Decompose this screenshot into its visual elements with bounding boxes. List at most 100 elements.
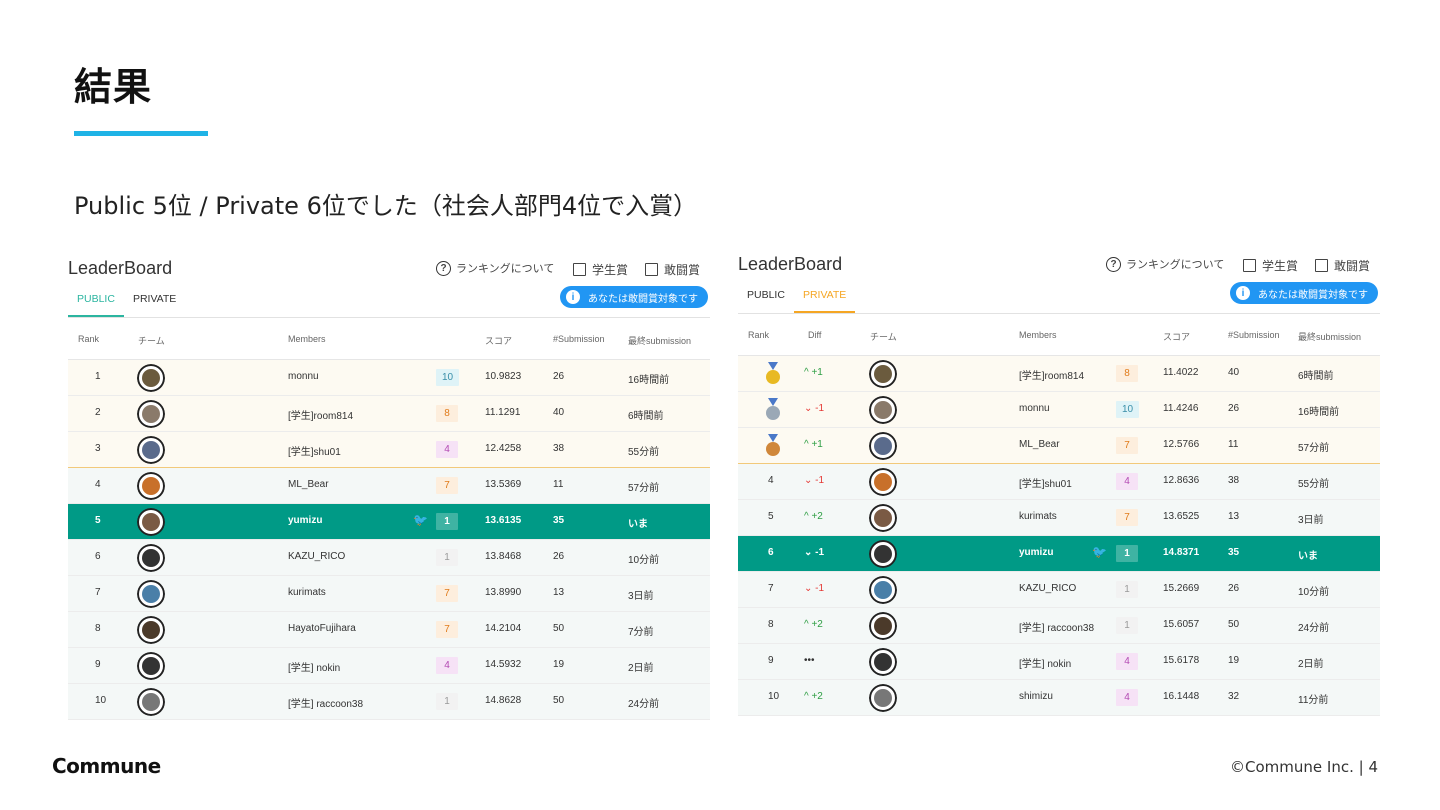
member-name[interactable]: [学生]room814 [1019,367,1084,382]
member-name[interactable]: [学生]shu01 [1019,475,1072,490]
score-value: 11.1291 [485,407,521,418]
submission-count: 13 [1228,511,1240,522]
member-name[interactable]: monnu [288,371,319,382]
team-size-badge: 1 [1116,617,1138,634]
member-name[interactable]: monnu [1019,403,1050,414]
table-row[interactable]: ⌄ -1 monnu 10 11.4246 26 16時間前 [738,392,1380,428]
table-row[interactable]: 1 monnu 10 10.9823 26 16時間前 [68,360,710,396]
table-row[interactable]: 10 ^ +2 shimizu 4 16.1448 32 11分前 [738,680,1380,716]
table-row[interactable]: 4 ML_Bear 7 13.5369 11 57分前 [68,468,710,504]
student-award-checkbox[interactable]: 学生賞 [1243,257,1298,274]
submission-count: 50 [1228,619,1240,630]
checkbox-box[interactable] [573,263,586,276]
table-row[interactable]: 8 ^ +2 [学生] raccoon38 1 15.6057 50 24分前 [738,608,1380,644]
bronze-medal-icon [763,434,783,458]
leaderboard-tabs: PUBLIC PRIVATE [738,284,856,313]
ranking-help-link[interactable]: ? ランキングについて [1106,256,1224,272]
team-size-badge: 7 [436,585,458,602]
last-submission: 24分前 [1298,623,1330,634]
member-name[interactable]: [学生]shu01 [288,443,341,458]
team-avatar [869,360,897,388]
checkbox-box[interactable] [1315,259,1328,272]
team-avatar [137,508,165,536]
table-row[interactable]: 4 ⌄ -1 [学生]shu01 4 12.8636 38 55分前 [738,464,1380,500]
tab-private[interactable]: PRIVATE [793,284,856,313]
checkbox-box[interactable] [1243,259,1256,272]
member-name[interactable]: shimizu [1019,691,1053,702]
table-row[interactable]: 5 yumizu 🐦 1 13.6135 35 いま [68,504,710,540]
last-submission: 6時間前 [628,411,664,422]
rank-value: 3 [95,443,101,454]
ranking-help-link[interactable]: ? ランキングについて [436,260,554,276]
silver-medal-icon [763,398,783,422]
member-name[interactable]: KAZU_RICO [288,551,345,562]
twitter-icon[interactable]: 🐦 [1092,545,1107,559]
tab-public[interactable]: PUBLIC [68,288,124,317]
rank-value: 7 [95,587,101,598]
table-row[interactable]: ^ +1 ML_Bear 7 12.5766 11 57分前 [738,428,1380,464]
team-avatar [137,364,165,392]
submission-count: 19 [1228,655,1240,666]
table-row[interactable]: 9 [学生] nokin 4 14.5932 19 2日前 [68,648,710,684]
team-size-badge: 7 [436,621,458,638]
team-size-badge: 4 [436,657,458,674]
team-size-badge: 10 [436,369,460,386]
member-name[interactable]: [学生] nokin [288,659,340,674]
member-name[interactable]: [学生] raccoon38 [1019,619,1094,634]
header-last-submission: 最終submission [1298,332,1362,342]
team-avatar [137,688,165,716]
table-row[interactable]: 9 ••• [学生] nokin 4 15.6178 19 2日前 [738,644,1380,680]
team-avatar [137,472,165,500]
fighting-award-checkbox[interactable]: 敢闘賞 [645,261,700,278]
table-row[interactable]: 7 ⌄ -1 KAZU_RICO 1 15.2669 26 10分前 [738,572,1380,608]
team-avatar [137,616,165,644]
member-name[interactable]: ML_Bear [1019,439,1060,450]
fighting-award-checkbox[interactable]: 敢闘賞 [1315,257,1370,274]
avatar-icon [869,648,897,676]
header-members: Members [1019,330,1057,340]
member-name[interactable]: [学生] raccoon38 [288,695,363,710]
member-name[interactable]: ML_Bear [288,479,329,490]
member-name[interactable]: yumizu [1019,547,1053,558]
tab-private[interactable]: PRIVATE [124,288,185,317]
student-award-checkbox[interactable]: 学生賞 [573,261,628,278]
member-name[interactable]: kurimats [288,587,326,598]
member-name[interactable]: KAZU_RICO [1019,583,1076,594]
member-name[interactable]: yumizu [288,515,322,526]
table-row[interactable]: 6 ⌄ -1 yumizu 🐦 1 14.8371 35 いま [738,536,1380,572]
team-size-badge: 4 [1116,653,1138,670]
table-row[interactable]: 7 kurimats 7 13.8990 13 3日前 [68,576,710,612]
table-row[interactable]: 8 HayatoFujihara 7 14.2104 50 7分前 [68,612,710,648]
member-name[interactable]: HayatoFujihara [288,623,356,634]
table-row[interactable]: 5 ^ +2 kurimats 7 13.6525 13 3日前 [738,500,1380,536]
member-name[interactable]: [学生] nokin [1019,655,1071,670]
table-row[interactable]: 6 KAZU_RICO 1 13.8468 26 10分前 [68,540,710,576]
last-submission: 16時間前 [1298,407,1340,418]
last-submission: 3日前 [628,591,654,602]
table-row[interactable]: 10 [学生] raccoon38 1 14.8628 50 24分前 [68,684,710,720]
info-icon: i [566,290,580,304]
team-avatar [137,436,165,464]
twitter-icon[interactable]: 🐦 [413,513,428,527]
title-underline [74,131,208,136]
member-name[interactable]: [学生]room814 [288,407,353,422]
member-name[interactable]: kurimats [1019,511,1057,522]
submission-count: 26 [1228,403,1240,414]
last-submission: 2日前 [1298,659,1324,670]
fighting-award-badge: i あなたは敢闘賞対象です [1230,282,1378,304]
info-icon: i [1236,286,1250,300]
team-size-badge: 4 [1116,473,1138,490]
fighting-award-badge: i あなたは敢闘賞対象です [560,286,708,308]
rank-value: 2 [95,407,101,418]
rank-diff: ^ +2 [804,691,823,702]
question-icon: ? [436,260,451,276]
checkbox-box[interactable] [645,263,658,276]
team-size-badge: 4 [1116,689,1138,706]
tab-public[interactable]: PUBLIC [738,284,794,313]
table-row[interactable]: 2 [学生]room814 8 11.1291 40 6時間前 [68,396,710,432]
score-value: 16.1448 [1163,691,1200,702]
table-row[interactable]: ^ +1 [学生]room814 8 11.4022 40 6時間前 [738,356,1380,392]
table-row[interactable]: 3 [学生]shu01 4 12.4258 38 55分前 [68,432,710,468]
avatar-icon [869,576,897,604]
brand-logo: Commune [52,754,161,778]
